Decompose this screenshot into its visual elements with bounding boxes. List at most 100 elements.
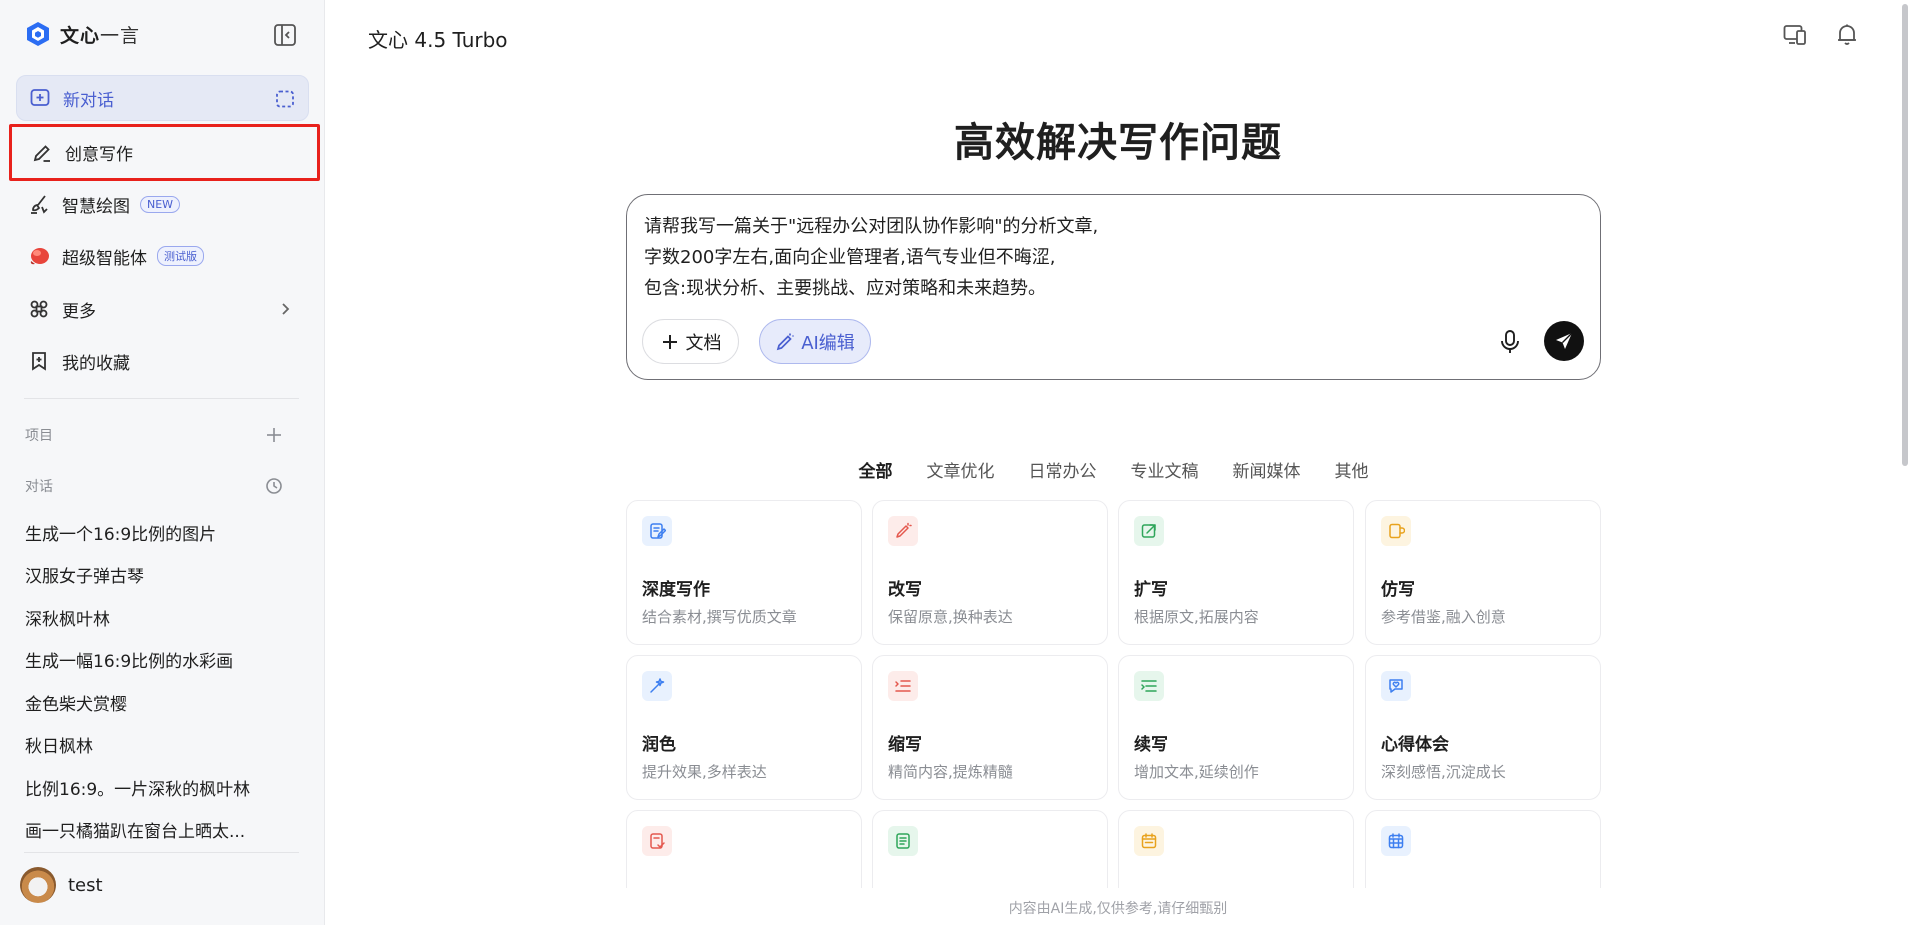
- page-title: 高效解决写作问题: [954, 120, 1282, 166]
- template-card-expand[interactable]: 扩写 根据原文,拓展内容: [1118, 500, 1354, 645]
- template-card-abbreviate[interactable]: 缩写 精简内容,提炼精髓: [872, 655, 1108, 800]
- tab-other[interactable]: 其他: [1335, 457, 1369, 482]
- doc-check-icon: [642, 826, 672, 856]
- tab-news-media[interactable]: 新闻媒体: [1233, 457, 1301, 482]
- ai-edit-label: AI编辑: [801, 332, 855, 354]
- prompt-input[interactable]: 请帮我写一篇关于"远程办公对团队协作影响"的分析文章, 字数200字左右,面向企…: [626, 194, 1601, 380]
- pen-icon: [33, 144, 50, 162]
- logo-icon: [27, 22, 49, 46]
- card-description: 根据原文,拓展内容: [1134, 608, 1259, 626]
- model-selector[interactable]: 文心 4.5 Turbo: [368, 24, 508, 53]
- super-agent-label: 超级智能体: [62, 248, 147, 269]
- history-item[interactable]: 秋日枫林: [25, 732, 93, 757]
- agent-icon: [30, 248, 49, 265]
- tab-all[interactable]: 全部: [859, 457, 893, 482]
- shrink-lines-icon: [888, 671, 918, 701]
- smart-drawing-label: 智慧绘图: [62, 196, 130, 217]
- calendar-grid-icon: [1381, 826, 1411, 856]
- app-window: 文心一言 新对话 创意写作 智慧绘图 NEW 超级智能体 测试版 更多 我的收藏…: [0, 0, 1910, 925]
- bell-icon[interactable]: [1834, 22, 1860, 48]
- user-name: test: [68, 874, 103, 896]
- add-document-button[interactable]: 文档: [642, 319, 739, 364]
- template-card-deep-writing[interactable]: 深度写作 结合素材,撰写优质文章: [626, 500, 862, 645]
- new-chat-icon: [30, 89, 50, 106]
- template-card-rewrite[interactable]: 改写 保留原意,换种表达: [872, 500, 1108, 645]
- prompt-line: 请帮我写一篇关于"远程办公对团队协作影响"的分析文章,: [644, 216, 1099, 237]
- user-profile[interactable]: test: [20, 867, 103, 903]
- scrollbar[interactable]: [1902, 4, 1908, 466]
- history-clock-icon[interactable]: [264, 476, 284, 496]
- history-item[interactable]: 汉服女子弹古琴: [25, 562, 144, 587]
- card-description: 提升效果,多样表达: [642, 763, 767, 781]
- history-item[interactable]: 生成一个16:9比例的图片: [25, 520, 216, 545]
- card-description: 保留原意,换种表达: [888, 608, 1013, 626]
- ai-disclaimer: 内容由AI生成,仅供参考,请仔细甄别: [1008, 901, 1228, 917]
- doc-pen-icon: [642, 516, 672, 546]
- template-card-continue[interactable]: 续写 增加文本,延续创作: [1118, 655, 1354, 800]
- continue-lines-icon: [1134, 671, 1164, 701]
- category-tabs: 全部 文章优化 日常办公 专业文稿 新闻媒体 其他: [626, 457, 1601, 482]
- card-title: 续写: [1134, 735, 1168, 755]
- logo-text: 文心一言: [60, 24, 141, 47]
- bookmark-icon: [32, 352, 46, 371]
- template-card-imitate[interactable]: 仿写 参考借鉴,融入创意: [1365, 500, 1601, 645]
- sidebar-collapse-icon[interactable]: [272, 22, 298, 48]
- prompt-line: 字数200字左右,面向企业管理者,语气专业但不晦涩,: [644, 247, 1056, 268]
- card-title: 扩写: [1134, 580, 1168, 600]
- sidebar-item-super-agent[interactable]: 超级智能体 测试版: [16, 233, 309, 279]
- microphone-icon[interactable]: [1497, 328, 1523, 356]
- card-title: 缩写: [888, 735, 922, 755]
- tab-professional-docs[interactable]: 专业文稿: [1131, 457, 1199, 482]
- sidebar-item-smart-drawing[interactable]: 智慧绘图 NEW: [16, 181, 309, 227]
- card-title: 仿写: [1381, 580, 1415, 600]
- avatar: [20, 867, 56, 903]
- brush-icon: [31, 195, 48, 214]
- plus-icon: [662, 334, 677, 349]
- card-description: 增加文本,延续创作: [1134, 763, 1259, 781]
- history-item[interactable]: 金色柴犬赏樱: [25, 690, 127, 715]
- expand-icon: [1134, 516, 1164, 546]
- ai-edit-button[interactable]: AI编辑: [759, 319, 871, 364]
- sidebar-item-creative-writing[interactable]: 创意写作: [9, 124, 320, 181]
- sidebar: 文心一言 新对话 创意写作 智慧绘图 NEW 超级智能体 测试版 更多 我的收藏…: [0, 0, 325, 925]
- projects-section-label: 项目: [25, 428, 53, 444]
- history-item[interactable]: 生成一幅16:9比例的水彩画: [25, 647, 233, 672]
- add-project-icon[interactable]: [264, 425, 284, 445]
- card-description: 精简内容,提炼精髓: [888, 763, 1013, 781]
- devices-icon[interactable]: [1782, 22, 1808, 48]
- calendar-icon: [1134, 826, 1164, 856]
- brand-logo[interactable]: 文心一言: [24, 20, 140, 48]
- card-description: 参考借鉴,融入创意: [1381, 608, 1506, 626]
- screenshot-select-icon[interactable]: [274, 88, 296, 110]
- magic-pen-icon: [888, 516, 918, 546]
- send-button[interactable]: [1544, 321, 1584, 361]
- send-icon: [1556, 332, 1573, 349]
- template-card-polish[interactable]: 润色 提升效果,多样表达: [626, 655, 862, 800]
- sidebar-item-more[interactable]: 更多: [16, 286, 309, 332]
- sidebar-divider: [24, 398, 299, 399]
- card-description: 结合素材,撰写优质文章: [642, 608, 797, 626]
- command-icon: [30, 300, 48, 318]
- sidebar-item-favorites[interactable]: 我的收藏: [16, 338, 309, 384]
- card-title: 改写: [888, 580, 922, 600]
- history-item[interactable]: 深秋枫叶林: [25, 605, 110, 630]
- beta-badge: 测试版: [157, 246, 204, 266]
- wand-icon: [642, 671, 672, 701]
- template-card-reflection[interactable]: 心得体会 深刻感悟,沉淀成长: [1365, 655, 1601, 800]
- new-chat-button[interactable]: 新对话: [16, 75, 309, 121]
- prompt-line: 包含:现状分析、主要挑战、应对策略和未来趋势。: [644, 278, 1047, 299]
- new-badge: NEW: [140, 195, 181, 213]
- card-title: 心得体会: [1381, 735, 1449, 755]
- creative-writing-label: 创意写作: [65, 145, 133, 165]
- tab-daily-office[interactable]: 日常办公: [1029, 457, 1097, 482]
- card-description: 深刻感悟,沉淀成长: [1381, 763, 1506, 781]
- copy-doc-icon: [1381, 516, 1411, 546]
- history-item[interactable]: 画一只橘猫趴在窗台上晒太...: [25, 817, 245, 842]
- magic-pen-icon: [776, 333, 794, 350]
- history-item[interactable]: 比例16:9。一片深秋的枫叶林: [25, 775, 250, 800]
- prompt-text[interactable]: 请帮我写一篇关于"远程办公对团队协作影响"的分析文章, 字数200字左右,面向企…: [644, 211, 1098, 304]
- card-title: 深度写作: [642, 580, 710, 600]
- tab-article-optimize[interactable]: 文章优化: [927, 457, 995, 482]
- favorites-label: 我的收藏: [62, 353, 130, 374]
- add-document-label: 文档: [685, 332, 722, 354]
